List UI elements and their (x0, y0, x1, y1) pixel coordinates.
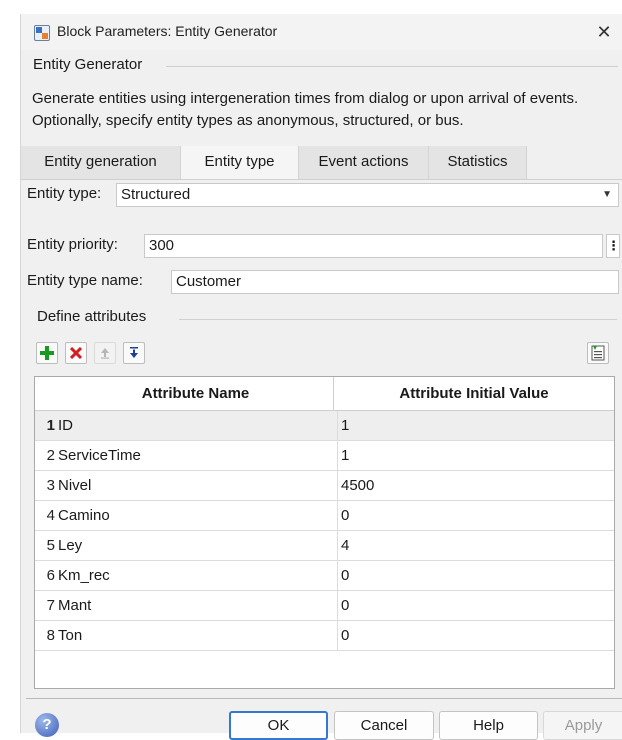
define-attributes-label: Define attributes (37, 308, 147, 325)
row-number: 2 (46, 447, 55, 464)
delete-attribute-button[interactable] (65, 342, 87, 364)
attribute-name-cell[interactable]: Mant (58, 591, 332, 621)
move-up-button[interactable] (94, 342, 116, 364)
close-icon: ✕ (596, 22, 612, 42)
attribute-value-cell[interactable]: 0 (337, 501, 613, 531)
vertical-ellipsis-icon: ⋮ (607, 238, 620, 253)
group-divider (166, 66, 618, 67)
tab-label: Event actions (318, 153, 409, 170)
table-row[interactable]: 5 Ley 4 (35, 531, 614, 561)
tab-bar: Entity generation Entity type Event acti… (21, 146, 622, 179)
attribute-value-cell[interactable]: 1 (337, 441, 613, 471)
tab-strip-divider (21, 179, 622, 180)
close-button[interactable]: ✕ (591, 19, 617, 45)
attribute-value-cell[interactable]: 4500 (337, 471, 613, 501)
entity-priority-value: 300 (149, 237, 175, 254)
row-number: 7 (46, 597, 55, 614)
table-row[interactable]: 4 Camino 0 (35, 501, 614, 531)
table-header: Attribute Name Attribute Initial Value (35, 377, 614, 411)
window-title: Block Parameters: Entity Generator (57, 23, 278, 39)
row-number: 3 (46, 477, 55, 494)
block-parameters-dialog: Block Parameters: Entity Generator ✕ Ent… (20, 14, 622, 740)
chevron-down-icon: ▼ (602, 189, 612, 200)
simulink-block-icon (34, 25, 50, 41)
tab-label: Statistics (447, 153, 508, 170)
help-button[interactable]: Help (439, 711, 538, 740)
entity-type-label: Entity type: (27, 185, 102, 202)
row-number: 5 (46, 537, 55, 554)
attribute-name-cell[interactable]: ServiceTime (58, 441, 332, 471)
tab-entity-generation[interactable]: Entity generation (21, 146, 181, 179)
tab-label: Entity generation (44, 153, 157, 170)
entity-type-select[interactable]: Structured ▼ (116, 183, 619, 207)
column-header-attribute-initial-value[interactable]: Attribute Initial Value (334, 377, 614, 411)
attribute-value-cell[interactable]: 1 (337, 411, 613, 441)
table-row[interactable]: 3 Nivel 4500 (35, 471, 614, 501)
entity-type-value: Structured (121, 186, 191, 203)
attribute-name-cell[interactable]: Camino (58, 501, 332, 531)
group-divider (179, 319, 617, 320)
attribute-name-cell[interactable]: Km_rec (58, 561, 332, 591)
move-up-icon (101, 348, 109, 359)
block-description: Generate entities using intergeneration … (32, 90, 579, 129)
entity-type-name-value: Customer (176, 273, 242, 290)
row-number: 8 (46, 627, 55, 644)
block-name-label: Entity Generator (33, 56, 143, 73)
table-row[interactable]: 2 ServiceTime 1 (35, 441, 614, 471)
move-down-icon (130, 347, 138, 358)
move-down-button[interactable] (123, 342, 145, 364)
import-icon (591, 345, 605, 361)
title-bar: Block Parameters: Entity Generator ✕ (21, 14, 622, 50)
attribute-value-cell[interactable]: 4 (337, 531, 613, 561)
row-number: 6 (46, 567, 55, 584)
table-row[interactable]: 1 ID 1 (35, 411, 614, 441)
attribute-name-cell[interactable]: Nivel (58, 471, 332, 501)
attribute-value-cell[interactable]: 0 (337, 621, 613, 651)
table-row[interactable]: 6 Km_rec 0 (35, 561, 614, 591)
attribute-name-cell[interactable]: ID (58, 411, 332, 441)
apply-button[interactable]: Apply (543, 711, 622, 740)
delete-icon (69, 346, 83, 360)
cancel-button[interactable]: Cancel (334, 711, 434, 740)
entity-type-name-label: Entity type name: (27, 272, 143, 289)
row-number: 1 (46, 417, 55, 434)
more-options-button[interactable]: ⋮ (606, 234, 620, 258)
table-row[interactable]: 7 Mant 0 (35, 591, 614, 621)
attribute-value-cell[interactable]: 0 (337, 591, 613, 621)
add-icon (40, 346, 54, 360)
attribute-name-cell[interactable]: Ton (58, 621, 332, 651)
attribute-value-cell[interactable]: 0 (337, 561, 613, 591)
ok-button[interactable]: OK (229, 711, 328, 740)
import-attributes-button[interactable] (587, 342, 609, 364)
table-row[interactable]: 8 Ton 0 (35, 621, 614, 651)
button-panel-divider (26, 698, 622, 699)
entity-priority-field[interactable]: 300 (144, 234, 603, 258)
tab-statistics[interactable]: Statistics (429, 146, 527, 179)
tab-event-actions[interactable]: Event actions (299, 146, 429, 179)
column-header-attribute-name[interactable]: Attribute Name (58, 377, 333, 411)
help-icon[interactable]: ? (35, 713, 59, 737)
attributes-table[interactable]: Attribute Name Attribute Initial Value 1… (34, 376, 615, 689)
entity-type-name-field[interactable]: Customer (171, 270, 619, 294)
tab-entity-type[interactable]: Entity type (181, 146, 299, 179)
entity-priority-label: Entity priority: (27, 236, 118, 253)
row-number: 4 (46, 507, 55, 524)
add-attribute-button[interactable] (36, 342, 58, 364)
attribute-name-cell[interactable]: Ley (58, 531, 332, 561)
tab-label: Entity type (204, 153, 275, 170)
